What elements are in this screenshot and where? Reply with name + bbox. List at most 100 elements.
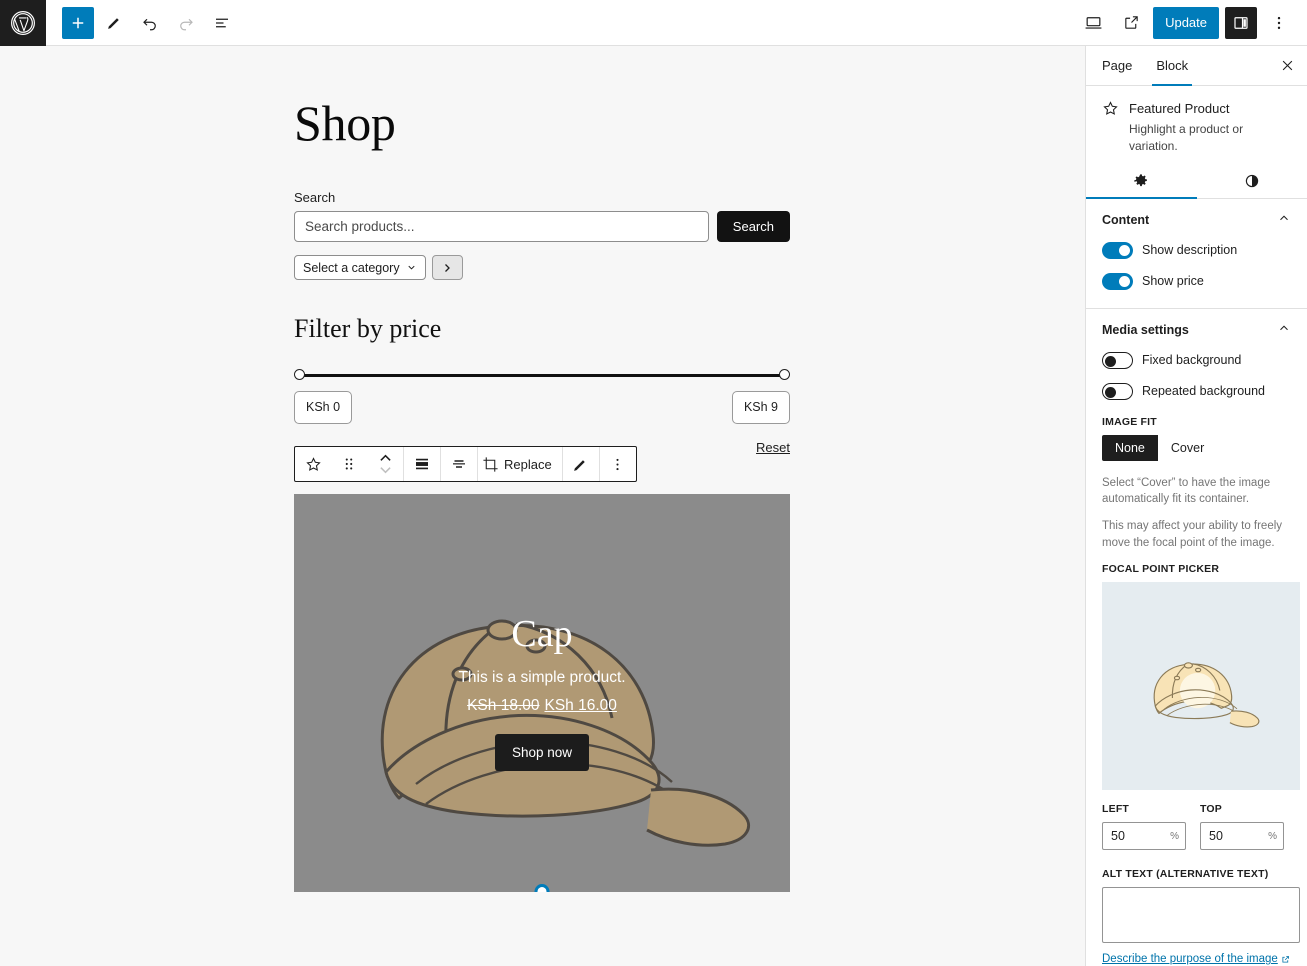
image-fit-segmented-control: None Cover — [1102, 435, 1217, 461]
block-info-description: Highlight a product or variation. — [1129, 121, 1291, 155]
price-reset-link[interactable]: Reset — [756, 440, 790, 455]
sidebar-tab-page[interactable]: Page — [1090, 46, 1144, 86]
crop-icon — [482, 456, 499, 473]
chevron-up-icon[interactable] — [1277, 321, 1291, 340]
price-slider-min-handle[interactable] — [294, 369, 305, 380]
fixed-background-toggle[interactable] — [1102, 352, 1133, 369]
shop-now-button[interactable]: Shop now — [495, 734, 589, 771]
focal-point-picker-label: FOCAL POINT PICKER — [1102, 563, 1291, 575]
featured-product-title: Cap — [511, 615, 572, 653]
image-fit-label: IMAGE FIT — [1102, 416, 1291, 428]
show-description-label: Show description — [1142, 243, 1237, 257]
undo-button[interactable] — [134, 7, 166, 39]
add-block-button[interactable] — [62, 7, 94, 39]
category-select[interactable]: Select a category — [294, 255, 426, 280]
block-toolbar-group-replace: Replace — [478, 447, 563, 481]
page-content: Shop Search Search Select a category Fil… — [294, 46, 790, 429]
focal-left-input-wrap[interactable]: % — [1102, 822, 1186, 850]
price-range-slider[interactable] — [294, 369, 790, 383]
focal-left-unit: % — [1170, 831, 1179, 842]
focal-point-picker[interactable] — [1102, 582, 1300, 790]
focal-left-input[interactable] — [1111, 829, 1170, 843]
sidebar-tab-block[interactable]: Block — [1144, 46, 1200, 86]
block-align-icon[interactable] — [404, 447, 440, 481]
editor-options-kebab-menu[interactable] — [1263, 7, 1295, 39]
show-price-row: Show price — [1102, 273, 1291, 290]
external-link-icon — [1281, 955, 1290, 964]
featured-product-content: Cap This is a simple product. KSh 18.00K… — [294, 494, 790, 892]
editor-canvas: Shop Search Search Select a category Fil… — [0, 46, 1085, 966]
image-fit-helper-2: This may affect your ability to freely m… — [1102, 518, 1291, 551]
featured-product-price-sale: KSh 16.00 — [545, 697, 617, 714]
focal-left-label: LEFT — [1102, 803, 1186, 815]
chevron-right-icon — [441, 262, 453, 274]
redo-button[interactable] — [170, 7, 202, 39]
content-panel-header[interactable]: Content — [1102, 211, 1291, 230]
category-go-button[interactable] — [432, 255, 463, 280]
settings-sidebar: Page Block Featured Product Highlight a … — [1085, 46, 1307, 966]
media-settings-panel-title: Media settings — [1102, 323, 1189, 337]
wordpress-logo-icon[interactable] — [0, 0, 46, 46]
tab-styles-contrast[interactable] — [1197, 165, 1307, 198]
image-fit-helper-1: Select “Cover” to have the image automat… — [1102, 475, 1291, 508]
alt-text-label: ALT TEXT (ALTERNATIVE TEXT) — [1102, 868, 1291, 880]
show-price-toggle[interactable] — [1102, 273, 1133, 290]
focal-top-input-wrap[interactable]: % — [1200, 822, 1284, 850]
image-fit-option-none[interactable]: None — [1102, 435, 1158, 461]
view-site-external-icon[interactable] — [1115, 7, 1147, 39]
repeated-background-row: Repeated background — [1102, 383, 1291, 400]
show-price-label: Show price — [1142, 274, 1204, 288]
edit-mode-button[interactable] — [98, 7, 130, 39]
replace-image-button[interactable]: Replace — [478, 447, 562, 481]
fixed-background-row: Fixed background — [1102, 352, 1291, 369]
focal-top-input[interactable] — [1209, 829, 1268, 843]
focal-point-handle[interactable] — [535, 884, 550, 892]
close-icon[interactable] — [1271, 50, 1303, 82]
page-title[interactable]: Shop — [294, 46, 790, 152]
cap-preview-image — [1121, 626, 1281, 746]
replace-label: Replace — [504, 457, 552, 472]
search-input[interactable] — [294, 211, 709, 242]
fixed-background-label: Fixed background — [1142, 353, 1241, 367]
price-max-value[interactable]: KSh 9 — [732, 391, 790, 424]
block-toolbar-group-block — [295, 447, 404, 481]
list-view-button[interactable] — [206, 7, 238, 39]
describe-image-link[interactable]: Describe the purpose of the image — [1102, 953, 1290, 965]
move-up-down-icon[interactable] — [367, 447, 403, 481]
tab-settings-gear[interactable] — [1086, 165, 1197, 198]
topbar-left-tools — [46, 7, 238, 39]
price-min-value[interactable]: KSh 0 — [294, 391, 352, 424]
product-search-row: Search — [294, 211, 790, 242]
category-select-value: Select a category — [303, 261, 400, 275]
block-options-kebab-menu[interactable] — [600, 447, 636, 481]
focal-top-label: TOP — [1200, 803, 1284, 815]
star-empty-icon[interactable] — [295, 447, 331, 481]
editor-top-bar: Update — [0, 0, 1307, 46]
block-info-title: Featured Product — [1129, 101, 1291, 116]
show-description-toggle[interactable] — [1102, 242, 1133, 259]
content-panel-title: Content — [1102, 213, 1149, 227]
media-settings-panel-header[interactable]: Media settings — [1102, 321, 1291, 340]
settings-sidebar-toggle[interactable] — [1225, 7, 1257, 39]
search-submit-button[interactable]: Search — [717, 211, 790, 242]
repeated-background-toggle[interactable] — [1102, 383, 1133, 400]
styles-contrast-icon — [1244, 173, 1260, 189]
desktop-preview-icon[interactable] — [1077, 7, 1109, 39]
price-range-values: KSh 0 KSh 9 Reset — [294, 391, 790, 429]
drag-handle-icon[interactable] — [331, 447, 367, 481]
content-justify-icon[interactable] — [441, 447, 477, 481]
media-settings-panel: Media settings Fixed background Repeated… — [1086, 309, 1307, 966]
search-label: Search — [294, 190, 790, 205]
update-button[interactable]: Update — [1153, 7, 1219, 39]
price-slider-max-handle[interactable] — [779, 369, 790, 380]
chevron-up-icon[interactable] — [1277, 211, 1291, 230]
focal-point-inputs: LEFT % TOP % — [1102, 803, 1291, 850]
alt-text-input[interactable] — [1102, 887, 1300, 943]
featured-product-price: KSh 18.00KSh 16.00 — [467, 697, 617, 715]
image-fit-option-cover[interactable]: Cover — [1158, 435, 1217, 461]
featured-product-block[interactable]: Cap This is a simple product. KSh 18.00K… — [294, 494, 790, 892]
pencil-edit-icon[interactable] — [563, 447, 599, 481]
featured-product-description: This is a simple product. — [458, 669, 625, 687]
block-toolbar: Replace — [294, 446, 637, 482]
sidebar-icon-tabs — [1086, 165, 1307, 199]
